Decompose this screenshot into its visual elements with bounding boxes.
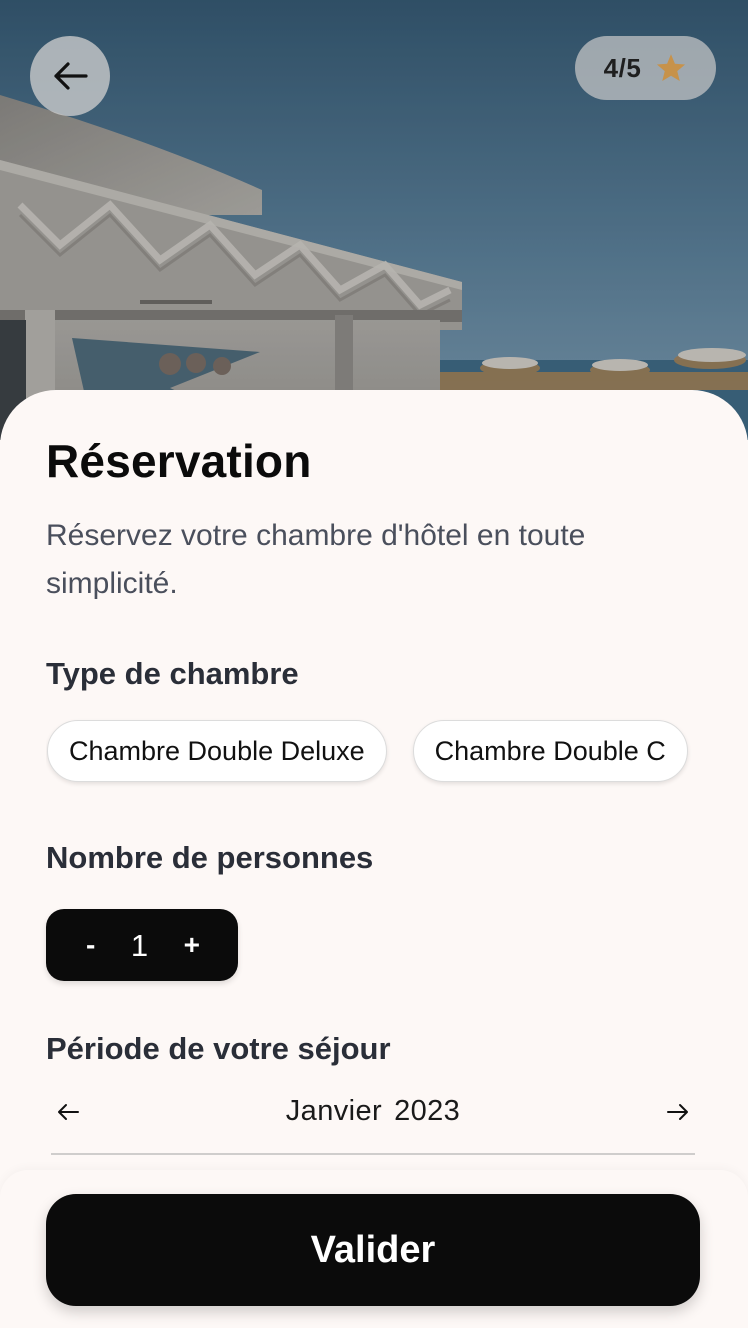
room-type-chip-double-c[interactable]: Chambre Double C xyxy=(412,720,688,782)
period-label: Période de votre séjour xyxy=(46,1031,391,1066)
increment-button[interactable]: + xyxy=(184,931,200,959)
rating-value: 4/5 xyxy=(603,52,642,83)
persons-stepper: - 1 + xyxy=(46,909,238,981)
current-month: Janvier 2023 xyxy=(51,1095,695,1128)
footer-bar: Valider xyxy=(0,1170,748,1328)
month-navigator: Janvier 2023 xyxy=(51,1085,695,1155)
month-year: 2023 xyxy=(394,1095,461,1127)
validate-button[interactable]: Valider xyxy=(46,1194,700,1306)
persons-count: 1 xyxy=(130,927,149,963)
month-name: Janvier xyxy=(285,1095,383,1127)
page-title: Réservation xyxy=(46,435,312,487)
back-button[interactable] xyxy=(30,36,110,116)
next-month-button[interactable] xyxy=(661,1097,695,1131)
star-icon xyxy=(655,53,687,83)
page-subtitle: Réservez votre chambre d'hôtel en toute … xyxy=(46,519,586,600)
arrow-left-icon xyxy=(52,61,88,91)
room-type-list[interactable]: Chambre Double Deluxe Chambre Double C xyxy=(46,718,700,788)
room-type-label: Type de chambre xyxy=(46,656,299,691)
decrement-button[interactable]: - xyxy=(86,931,95,959)
persons-label: Nombre de personnes xyxy=(46,840,374,875)
hotel-photo: 4/5 xyxy=(0,0,748,440)
arrow-right-icon xyxy=(667,1103,689,1126)
reservation-screen: 4/5 Réservation Réservez votre chambre d… xyxy=(0,0,748,1328)
room-type-chip-double-deluxe[interactable]: Chambre Double Deluxe xyxy=(47,720,387,782)
rating-badge[interactable]: 4/5 xyxy=(575,36,716,100)
